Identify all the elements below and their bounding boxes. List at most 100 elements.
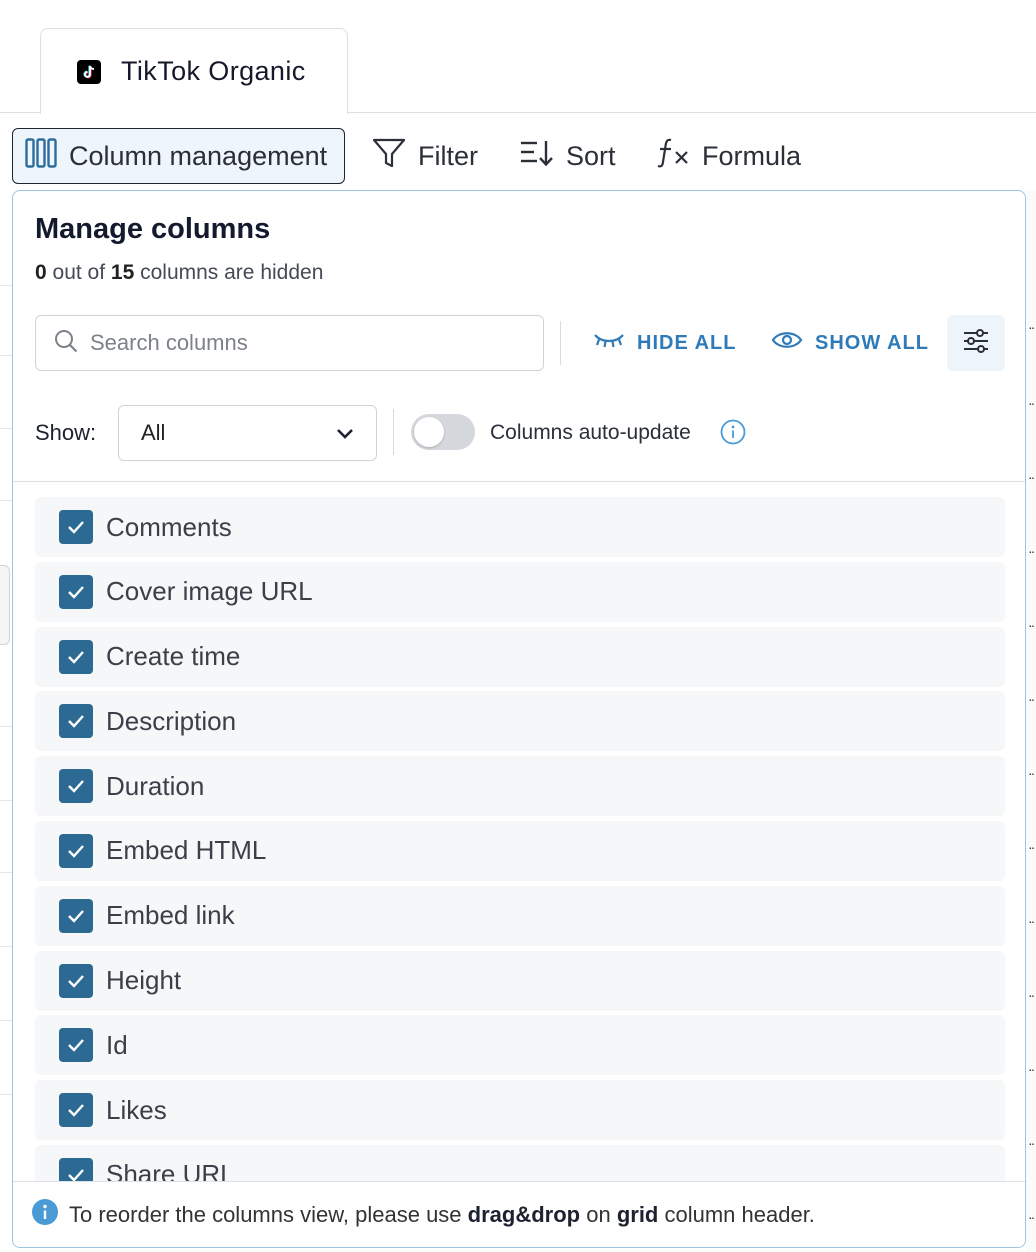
hint-text: on [580,1202,617,1227]
column-checkbox[interactable] [59,899,93,933]
formula-button[interactable]: Formula [656,128,801,184]
grid-row-line [0,285,12,286]
column-management-label: Column management [69,141,327,172]
show-all-label: SHOW ALL [815,332,929,355]
toggle-knob [414,417,444,447]
grid-row-line [0,355,12,356]
info-icon[interactable] [720,419,746,450]
column-label: Height [106,965,181,996]
hidden-columns-summary: 0 out of 15 columns are hidden [35,261,323,285]
search-input[interactable] [90,330,510,356]
column-checkbox[interactable] [59,964,93,998]
search-icon [54,329,78,358]
column-label: Id [106,1030,128,1061]
vertical-divider [560,321,561,365]
side-handle[interactable] [0,565,10,645]
grid-row-line [0,872,12,873]
column-label: Embed HTML [106,835,266,866]
column-item[interactable]: Cover image URL [35,562,1005,622]
tab-tiktok-organic[interactable]: TikTok Organic [40,28,348,114]
grid-cell-ellipsis: ·· [1028,916,1036,926]
grid-cell-ellipsis: ·· [1028,398,1036,408]
vertical-divider [393,409,394,455]
column-item[interactable]: Likes [35,1080,1005,1140]
column-checkbox[interactable] [59,510,93,544]
hide-all-button[interactable]: HIDE ALL [593,325,736,361]
column-item[interactable]: Embed HTML [35,821,1005,881]
search-field[interactable] [35,315,544,371]
column-checkbox[interactable] [59,834,93,868]
column-checkbox[interactable] [59,575,93,609]
grid-row-line [0,1020,12,1021]
grid-cell-ellipsis: ·· [1028,768,1036,778]
column-label: Cover image URL [106,576,313,607]
column-management-button[interactable]: Column management [12,128,345,184]
grid-cell-ellipsis: ·· [1028,694,1036,704]
filter-label: Filter [418,141,478,172]
grid-cell-ellipsis: ·· [1028,1212,1036,1222]
chevron-down-icon [336,420,354,446]
grid-edge [1026,190,1036,1252]
checkmark-icon [67,1038,85,1052]
column-item[interactable]: Share URL [35,1145,1005,1181]
column-list: Comments Cover image URL Create time Descri… [35,497,1005,1181]
formula-label: Formula [702,141,801,172]
toolbar: Column management Filter Sort [0,114,1036,192]
show-all-button[interactable]: SHOW ALL [771,325,929,361]
tiktok-icon [77,60,101,84]
column-checkbox[interactable] [59,640,93,674]
column-label: Comments [106,512,232,543]
grid-cell-ellipsis: ·· [1028,842,1036,852]
column-item[interactable]: Height [35,951,1005,1011]
column-checkbox[interactable] [59,1158,93,1181]
filter-button[interactable]: Filter [372,128,478,184]
column-label: Description [106,706,236,737]
hint-bold: drag&drop [468,1202,580,1227]
column-item[interactable]: Create time [35,627,1005,687]
sort-icon [520,139,554,174]
panel-title: Manage columns [35,213,270,246]
hint-text: column header. [658,1202,815,1227]
column-checkbox[interactable] [59,769,93,803]
grid-cell-ellipsis: ·· [1028,322,1036,332]
manage-columns-panel: Manage columns 0 out of 15 columns are h… [12,190,1026,1248]
checkmark-icon [67,585,85,599]
grid-cell-ellipsis: ·· [1028,990,1036,1000]
checkmark-icon [67,844,85,858]
checkmark-icon [67,520,85,534]
auto-update-label: Columns auto-update [490,421,691,445]
grid-row-line [0,946,12,947]
column-checkbox[interactable] [59,704,93,738]
show-filter-value: All [141,420,165,446]
reorder-hint: To reorder the columns view, please use … [13,1181,1026,1247]
auto-update-toggle[interactable] [411,414,475,450]
column-checkbox[interactable] [59,1093,93,1127]
grid-row-line [0,500,12,501]
filter-icon [372,137,406,176]
column-checkbox[interactable] [59,1028,93,1062]
grid-cell-ellipsis: ·· [1028,1064,1036,1074]
columns-icon [25,138,57,175]
summary-text: out of [47,261,111,284]
sort-button[interactable]: Sort [520,128,616,184]
eye-icon [771,329,803,357]
tab-bar: TikTok Organic [0,0,1036,113]
sliders-icon [962,327,990,360]
show-filter-select[interactable]: All [118,405,377,461]
info-icon [31,1198,59,1232]
column-settings-button[interactable] [947,315,1005,371]
column-item[interactable]: Comments [35,497,1005,557]
hide-all-label: HIDE ALL [637,332,736,355]
column-label: Duration [106,771,204,802]
column-item[interactable]: Description [35,691,1005,751]
column-item[interactable]: Embed link [35,886,1005,946]
column-label: Embed link [106,900,235,931]
grid-cell-ellipsis: ·· [1028,472,1036,482]
column-item[interactable]: Id [35,1015,1005,1075]
hidden-count: 0 [35,261,47,284]
eye-closed-icon [593,331,625,355]
column-item[interactable]: Duration [35,756,1005,816]
checkmark-icon [67,779,85,793]
hint-text: To reorder the columns view, please use [69,1202,468,1227]
checkmark-icon [67,1168,85,1181]
